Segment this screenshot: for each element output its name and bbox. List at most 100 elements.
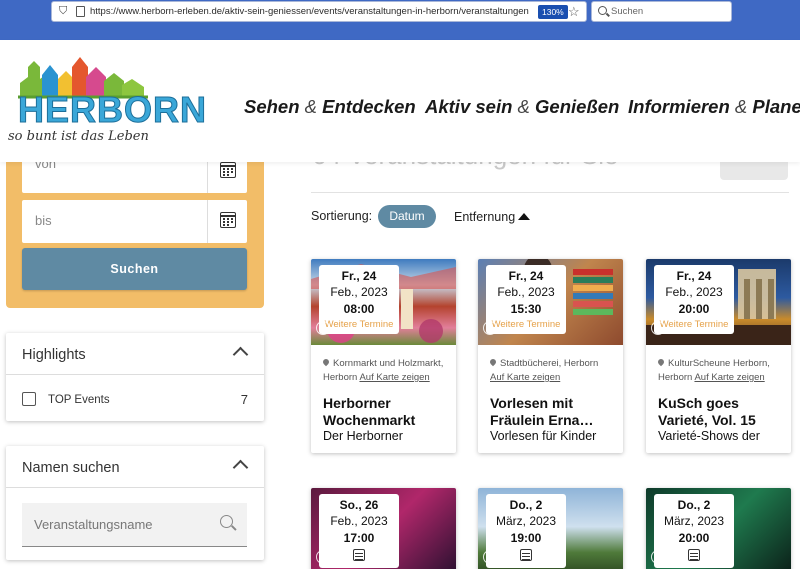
event-time: 20:00 xyxy=(678,302,710,316)
sort-distance-label: Entfernung xyxy=(454,210,516,224)
zoom-icon[interactable] xyxy=(483,550,497,564)
date-badge: Do., 2 März, 2023 20:00 xyxy=(654,494,734,568)
search-button[interactable]: Suchen xyxy=(22,248,247,290)
calendar-icon xyxy=(219,212,236,228)
calendar-icon xyxy=(219,162,236,178)
event-image[interactable]: Fr., 24 Feb., 2023 15:30 Weitere Termine xyxy=(478,259,623,345)
event-title[interactable]: Herborner Wochenmarkt xyxy=(323,395,453,429)
location-line: Stadtbücherei, Herborn xyxy=(500,358,599,369)
event-name-placeholder: Veranstaltungsname xyxy=(34,517,153,532)
zoom-icon[interactable] xyxy=(651,321,665,335)
top-events-row[interactable]: TOP Events 7 xyxy=(6,375,264,421)
event-day: Fr., 24 xyxy=(341,269,377,283)
location-line: Herborn xyxy=(323,372,358,383)
event-time: 08:00 xyxy=(343,302,375,316)
shield-icon[interactable]: ⛉ xyxy=(59,5,70,18)
event-location: KulturScheune Herborn, Herborn Auf Karte… xyxy=(656,357,788,385)
name-search-title: Namen suchen xyxy=(22,460,120,476)
nav-label-part: Planen xyxy=(752,96,800,117)
top-events-checkbox[interactable] xyxy=(22,392,36,406)
top-events-label: TOP Events xyxy=(48,394,110,406)
highlights-header[interactable]: Highlights xyxy=(6,333,264,375)
name-search-header[interactable]: Namen suchen xyxy=(6,446,264,488)
show-on-map-link[interactable]: Auf Karte zeigen xyxy=(694,372,764,383)
show-on-map-link[interactable]: Auf Karte zeigen xyxy=(490,372,560,383)
chevron-up-icon[interactable] xyxy=(232,346,249,363)
date-badge: Do., 2 März, 2023 19:00 xyxy=(486,494,566,568)
event-month: März, 2023 xyxy=(495,514,557,528)
event-card[interactable]: Do., 2 März, 2023 19:00 xyxy=(478,488,623,569)
triangle-up-icon xyxy=(518,213,531,220)
event-image[interactable]: Fr., 24 Feb., 2023 08:00 Weitere Termine xyxy=(311,259,456,345)
event-image[interactable]: Do., 2 März, 2023 19:00 xyxy=(478,488,623,569)
event-time: 15:30 xyxy=(510,302,542,316)
event-month: Feb., 2023 xyxy=(497,285,555,299)
zoom-icon[interactable] xyxy=(483,321,497,335)
event-day: Fr., 24 xyxy=(508,269,544,283)
date-to-field[interactable]: bis xyxy=(22,200,247,243)
site-header: HERBORN so bunt ist das Leben Sehen & En… xyxy=(0,40,800,162)
sort-distance-button[interactable]: Entfernung xyxy=(446,204,538,230)
show-on-map-link[interactable]: Auf Karte zeigen xyxy=(359,372,429,383)
event-location: Stadtbücherei, Herborn Auf Karte zeigen xyxy=(488,357,620,385)
date-to-calendar[interactable] xyxy=(207,200,247,243)
zoom-icon[interactable] xyxy=(651,550,665,564)
event-title[interactable]: KuSch goes Varieté, Vol. 15 xyxy=(658,395,788,429)
event-image[interactable]: Fr., 24 Feb., 2023 20:00 Weitere Termine xyxy=(646,259,791,345)
browser-search-placeholder: Suchen xyxy=(611,6,644,17)
event-day: So., 26 xyxy=(339,498,379,512)
sort-label: Sortierung: xyxy=(311,209,373,223)
herborn-logo[interactable]: HERBORN so bunt ist das Leben xyxy=(8,53,207,153)
date-to-label: bis xyxy=(35,213,52,228)
nav-aktiv-geniessen[interactable]: Aktiv sein & Genießen xyxy=(425,96,619,118)
zoom-icon[interactable] xyxy=(316,321,330,335)
logo-wordmark: HERBORN xyxy=(17,89,208,131)
address-bar[interactable]: ⛉ https://www.herborn-erleben.de/aktiv-s… xyxy=(51,1,587,22)
event-time: 19:00 xyxy=(510,531,542,545)
event-image[interactable]: Do., 2 März, 2023 20:00 xyxy=(646,488,791,569)
nav-ampersand: & xyxy=(734,96,748,117)
event-card[interactable]: So., 26 Feb., 2023 17:00 xyxy=(311,488,456,569)
nav-sehen-entdecken[interactable]: Sehen & Entdecken xyxy=(244,96,416,118)
date-badge: Fr., 24 Feb., 2023 20:00 Weitere Termine xyxy=(654,265,734,334)
map-pin-icon xyxy=(321,357,331,367)
browser-search-input[interactable]: Suchen xyxy=(591,1,732,22)
event-location: Kornmarkt und Holzmarkt, Herborn Auf Kar… xyxy=(321,357,453,385)
url-text[interactable]: https://www.herborn-erleben.de/aktiv-sei… xyxy=(90,2,529,21)
zoom-badge[interactable]: 130% xyxy=(538,5,568,19)
calendar-icon[interactable] xyxy=(688,549,700,561)
highlights-title: Highlights xyxy=(22,347,86,363)
top-events-count: 7 xyxy=(240,392,248,407)
name-search-panel: Namen suchen Veranstaltungsname xyxy=(6,446,264,560)
zoom-icon[interactable] xyxy=(316,550,330,564)
event-card[interactable]: Fr., 24 Feb., 2023 15:30 Weitere Termine… xyxy=(478,259,623,453)
chevron-up-icon[interactable] xyxy=(232,459,249,476)
date-badge: Fr., 24 Feb., 2023 15:30 Weitere Termine xyxy=(486,265,566,334)
event-day: Do., 2 xyxy=(509,498,543,512)
event-name-input[interactable]: Veranstaltungsname xyxy=(22,503,247,547)
nav-label-part: Informieren xyxy=(628,96,730,117)
event-month: Feb., 2023 xyxy=(330,285,388,299)
search-icon[interactable] xyxy=(220,515,233,528)
nav-informieren-planen[interactable]: Informieren & Planen xyxy=(628,96,800,118)
more-dates-link[interactable]: Weitere Termine xyxy=(486,318,566,332)
event-subtitle: Varieté-Shows der xyxy=(658,429,760,443)
nav-label-part: Sehen xyxy=(244,96,300,117)
map-pin-icon xyxy=(656,357,666,367)
calendar-icon[interactable] xyxy=(520,549,532,561)
more-dates-link[interactable]: Weitere Termine xyxy=(319,318,399,332)
browser-toolbar: ⛉ https://www.herborn-erleben.de/aktiv-s… xyxy=(0,0,800,40)
event-card[interactable]: Fr., 24 Feb., 2023 20:00 Weitere Termine… xyxy=(646,259,791,453)
event-image[interactable]: So., 26 Feb., 2023 17:00 xyxy=(311,488,456,569)
event-title[interactable]: Vorlesen mit Fräulein Erna… xyxy=(490,395,620,429)
location-line: Kornmarkt und Holzmarkt, xyxy=(333,358,444,369)
calendar-icon[interactable] xyxy=(353,549,365,561)
star-icon[interactable]: ☆ xyxy=(568,2,580,21)
event-card[interactable]: Fr., 24 Feb., 2023 08:00 Weitere Termine… xyxy=(311,259,456,453)
event-card[interactable]: Do., 2 März, 2023 20:00 xyxy=(646,488,791,569)
search-icon xyxy=(598,6,607,15)
sort-date-button[interactable]: Datum xyxy=(378,205,436,228)
event-month: Feb., 2023 xyxy=(330,514,388,528)
more-dates-link[interactable]: Weitere Termine xyxy=(654,318,734,332)
highlights-panel: Highlights TOP Events 7 xyxy=(6,333,264,421)
